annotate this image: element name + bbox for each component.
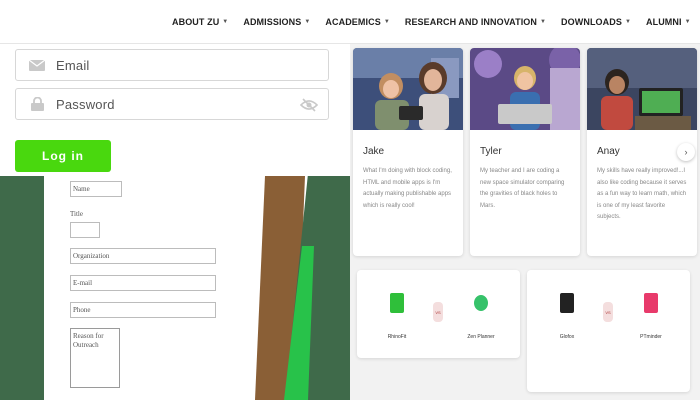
chevron-down-icon: ▼ (624, 19, 631, 25)
email-placeholder: Email (56, 57, 90, 73)
nav-item-label: ABOUT ZU (172, 17, 220, 27)
zen-planner-logo (471, 282, 491, 324)
student-carousel-panel: Jake What I'm doing with block coding, H… (350, 44, 700, 400)
main-menu: ABOUT ZU ▼ ADMISSIONS ▼ ACADEMICS ▼ RESEARC… (172, 17, 691, 27)
student-card: Jake What I'm doing with block coding, H… (353, 48, 463, 256)
nav-item-alumni[interactable]: ALUMNI ▼ (646, 17, 691, 27)
chevron-down-icon: ▼ (222, 19, 229, 25)
student-quote: My skills have really improved!...I also… (597, 168, 687, 220)
student-quote: My teacher and I are coding a new space … (480, 168, 565, 209)
login-form: Email Password Log in (0, 44, 350, 176)
right-product-name: PTminder (640, 334, 662, 340)
password-field[interactable]: Password (15, 88, 329, 120)
student-name: Jake (363, 146, 385, 157)
organization-field[interactable]: Organization (70, 248, 216, 264)
vs-badge: VS (603, 302, 613, 322)
student-photo (353, 48, 463, 130)
top-navigation: ABOUT ZU ▼ ADMISSIONS ▼ ACADEMICS ▼ RESEARC… (0, 0, 700, 44)
glofox-logo (557, 282, 577, 324)
chevron-down-icon: ▼ (304, 19, 311, 25)
nav-item-label: RESEARCH AND INNOVATION (404, 17, 537, 27)
chevron-down-icon: ▼ (684, 19, 691, 25)
email-field[interactable]: E-mail (70, 275, 216, 291)
nav-item-label: ADMISSIONS (243, 17, 302, 27)
title-field[interactable] (70, 222, 100, 238)
student-photo (470, 48, 580, 130)
rhinofit-logo (387, 282, 407, 324)
left-product-name: RhinoFit (387, 334, 407, 340)
phone-field[interactable]: Phone (70, 302, 216, 318)
lock-icon (28, 97, 46, 111)
comparison-card[interactable]: VS Glofox PTminder (527, 270, 690, 392)
chevron-down-icon: ▼ (540, 19, 547, 25)
eye-slash-icon[interactable] (299, 98, 319, 112)
student-card: Tyler My teacher and I are coding a new … (470, 48, 580, 256)
chevron-down-icon: ▼ (383, 19, 390, 25)
student-quote: What I'm doing with block coding, HTML a… (363, 168, 452, 209)
nav-item-label: ALUMNI (646, 17, 682, 27)
title-label: Title (70, 210, 83, 218)
reason-textarea[interactable]: Reason for Outreach (70, 328, 120, 388)
nav-item-about[interactable]: ABOUT ZU ▼ (172, 17, 228, 27)
student-name: Anay (597, 146, 620, 157)
nav-item-label: ACADEMICS (325, 17, 381, 27)
student-photo (587, 48, 697, 130)
nav-item-label: DOWNLOADS (561, 17, 622, 27)
login-button[interactable]: Log in (15, 140, 111, 172)
nav-item-research[interactable]: RESEARCH AND INNOVATION ▼ (405, 17, 546, 27)
right-product-name: Zen Planner (467, 334, 495, 340)
comparison-card[interactable]: VS RhinoFit Zen Planner (357, 270, 520, 358)
name-field[interactable]: Name (70, 181, 122, 197)
nav-item-downloads[interactable]: DOWNLOADS ▼ (561, 17, 631, 27)
ptminder-logo (641, 282, 661, 324)
student-name: Tyler (480, 146, 502, 157)
vs-badge: VS (433, 302, 443, 322)
envelope-icon (28, 58, 46, 72)
password-placeholder: Password (56, 96, 115, 112)
chevron-right-icon: › (684, 147, 688, 157)
nav-item-admissions[interactable]: ADMISSIONS ▼ (243, 17, 310, 27)
carousel-next-button[interactable]: › (677, 143, 695, 161)
nav-item-academics[interactable]: ACADEMICS ▼ (325, 17, 389, 27)
left-product-name: Glofox (559, 334, 575, 340)
contact-section: Name Title Organization E-mail Phone Rea… (0, 176, 350, 400)
email-field[interactable]: Email (15, 49, 329, 81)
green-side-panel (0, 176, 44, 400)
